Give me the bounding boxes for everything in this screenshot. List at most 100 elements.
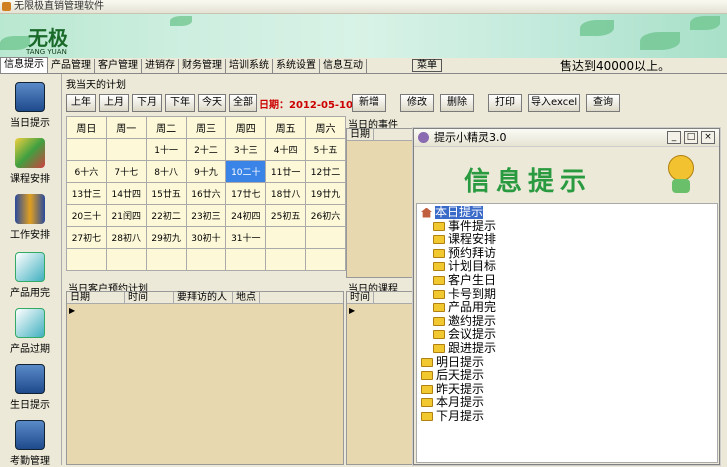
calendar-day-cell[interactable]: 9十九 bbox=[185, 160, 227, 183]
tree-node[interactable]: 卡号到期 bbox=[433, 287, 496, 301]
calendar-day-cell[interactable]: 26初六 bbox=[305, 204, 346, 227]
visits-header: 日期 时间 要拜访的人 地点 bbox=[67, 292, 343, 304]
tree-node[interactable]: 邀约提示 bbox=[433, 314, 496, 328]
calendar-day-cell[interactable] bbox=[185, 248, 227, 271]
tree-node[interactable]: 产品用完 bbox=[433, 301, 496, 314]
calendar-day-cell[interactable]: 8十八 bbox=[145, 160, 187, 183]
menu-button[interactable]: 菜单 bbox=[412, 59, 442, 72]
scrolling-notice: 售达到40000以上。 bbox=[560, 59, 671, 73]
all-button[interactable]: 全部 bbox=[229, 94, 257, 112]
calendar-day-cell[interactable]: 14廿四 bbox=[105, 182, 147, 205]
popup-titlebar: 提示小精灵3.0 _ □ × bbox=[414, 129, 719, 147]
calendar-day-cell[interactable]: 16廿六 bbox=[185, 182, 227, 205]
today-button[interactable]: 今天 bbox=[198, 94, 226, 112]
tab-product[interactable]: 产品管理 bbox=[48, 59, 95, 73]
calendar-day-cell[interactable]: 10二十 bbox=[225, 160, 267, 183]
tab-customer[interactable]: 客户管理 bbox=[95, 59, 142, 73]
calendar-day-cell[interactable]: 28初八 bbox=[105, 226, 147, 249]
calendar-day-cell[interactable]: 11廿一 bbox=[265, 160, 307, 183]
maximize-button[interactable]: □ bbox=[684, 131, 698, 144]
tab-inventory[interactable]: 进销存 bbox=[142, 59, 179, 73]
calendar-day-cell[interactable] bbox=[305, 248, 346, 271]
sidebar-item-attendance[interactable]: 考勤管理 bbox=[0, 420, 60, 467]
calendar-day-cell[interactable]: 2十二 bbox=[185, 138, 227, 161]
tree-node[interactable]: 课程安排 bbox=[433, 233, 496, 246]
calendar-day-cell[interactable] bbox=[265, 248, 307, 271]
calendar-day-cell[interactable]: 29初九 bbox=[145, 226, 187, 249]
sidebar-item-product-used[interactable]: 产品用完 bbox=[0, 252, 60, 299]
sidebar-item-birthday[interactable]: 生日提示 bbox=[0, 364, 60, 411]
tab-info-alert[interactable]: 信息提示 bbox=[0, 57, 48, 73]
next-month-button[interactable]: 下月 bbox=[132, 94, 162, 112]
calendar-day-cell[interactable]: 30初十 bbox=[185, 226, 227, 249]
tree-node-label: 昨天提示 bbox=[436, 381, 485, 396]
tree-node-label: 计划目标 bbox=[448, 259, 497, 274]
calendar-day-cell[interactable]: 18廿八 bbox=[265, 182, 307, 205]
calendar-day-cell[interactable]: 17廿七 bbox=[225, 182, 267, 205]
print-button[interactable]: 打印 bbox=[488, 94, 522, 112]
tree-node[interactable]: 客户生日 bbox=[433, 274, 496, 287]
calendar-day-cell[interactable]: 19廿九 bbox=[305, 182, 346, 205]
tab-settings[interactable]: 系统设置 bbox=[273, 59, 320, 73]
tree-node[interactable]: 本日提示 bbox=[421, 206, 484, 219]
calendar-day-cell[interactable]: 20三十 bbox=[66, 204, 107, 227]
calendar-day-cell[interactable] bbox=[265, 226, 307, 249]
calendar-day-cell[interactable]: 3十三 bbox=[225, 138, 267, 161]
sidebar-item-today[interactable]: 当日提示 bbox=[0, 82, 60, 129]
calendar-day-cell[interactable]: 12廿二 bbox=[305, 160, 346, 183]
calendar-day-cell[interactable] bbox=[66, 138, 107, 161]
calendar-day-cell[interactable] bbox=[225, 248, 267, 271]
checklist-icon bbox=[15, 252, 45, 282]
calendar-day-cell[interactable] bbox=[145, 248, 187, 271]
calendar-day-cell[interactable]: 7十七 bbox=[105, 160, 147, 183]
minimize-button[interactable]: _ bbox=[667, 131, 681, 144]
tree-node[interactable]: 预约拜访 bbox=[433, 246, 496, 260]
calendar-day-cell[interactable]: 5十五 bbox=[305, 138, 346, 161]
next-year-button[interactable]: 下年 bbox=[165, 94, 195, 112]
tab-interaction[interactable]: 信息互动 bbox=[320, 59, 367, 73]
tree-node[interactable]: 后天提示 bbox=[421, 369, 484, 382]
add-button[interactable]: 新增 bbox=[352, 94, 386, 112]
calendar-day-cell[interactable] bbox=[305, 226, 346, 249]
tree-node[interactable]: 本月提示 bbox=[421, 396, 484, 409]
calendar-day-cell[interactable]: 15廿五 bbox=[145, 182, 187, 205]
calendar-day-cell[interactable]: 1十一 bbox=[145, 138, 187, 161]
calendar-day-cell[interactable]: 22初二 bbox=[145, 204, 187, 227]
prev-month-button[interactable]: 上月 bbox=[99, 94, 129, 112]
prev-year-button[interactable]: 上年 bbox=[66, 94, 96, 112]
import-excel-button[interactable]: 导入excel bbox=[528, 94, 580, 112]
tree-node[interactable]: 事件提示 bbox=[433, 219, 496, 233]
close-button[interactable]: × bbox=[701, 131, 715, 144]
calendar-day-cell[interactable]: 27初七 bbox=[66, 226, 107, 249]
calendar-day-cell[interactable] bbox=[105, 138, 147, 161]
calendar-day-cell[interactable]: 13廿三 bbox=[66, 182, 107, 205]
calendar-week-row: 6十六 7十七 8十八 9十九 10二十 11廿一 12廿二 bbox=[66, 160, 346, 183]
calendar-day-cell[interactable]: 25初五 bbox=[265, 204, 307, 227]
calendar-day-cell[interactable]: 21闰四 bbox=[105, 204, 147, 227]
calendar-day-cell[interactable]: 23初三 bbox=[185, 204, 227, 227]
calendar-day-cell[interactable] bbox=[66, 248, 107, 271]
tree-node[interactable]: 计划目标 bbox=[433, 260, 496, 273]
tree-node[interactable]: 下月提示 bbox=[421, 410, 484, 423]
calendar-day-cell[interactable]: 6十六 bbox=[66, 160, 107, 183]
edit-button[interactable]: 修改 bbox=[400, 94, 434, 112]
calendar-day-cell[interactable]: 4十四 bbox=[265, 138, 307, 161]
weekday-header: 周三 bbox=[185, 116, 227, 139]
tree-node-label: 下月提示 bbox=[436, 409, 485, 423]
events-panel: 日期 bbox=[346, 128, 416, 278]
tree-node[interactable]: 明日提示 bbox=[421, 355, 484, 369]
tree-node[interactable]: 跟进提示 bbox=[433, 342, 496, 355]
sidebar-item-courses[interactable]: 课程安排 bbox=[0, 138, 60, 185]
sidebar-item-product-expired[interactable]: 产品过期 bbox=[0, 308, 60, 355]
search-button[interactable]: 查询 bbox=[586, 94, 620, 112]
tree-node[interactable]: 昨天提示 bbox=[421, 381, 485, 396]
delete-button[interactable]: 删除 bbox=[440, 94, 474, 112]
calendar-day-cell[interactable]: 31十一 bbox=[225, 226, 267, 249]
tab-training[interactable]: 培训系统 bbox=[226, 59, 273, 73]
sidebar-item-work[interactable]: 工作安排 bbox=[0, 194, 60, 241]
popup-title: 提示小精灵3.0 bbox=[434, 131, 507, 144]
tab-finance[interactable]: 财务管理 bbox=[179, 59, 226, 73]
calendar-day-cell[interactable] bbox=[105, 248, 147, 271]
tree-node[interactable]: 会议提示 bbox=[433, 328, 496, 341]
calendar-day-cell[interactable]: 24初四 bbox=[225, 204, 267, 227]
